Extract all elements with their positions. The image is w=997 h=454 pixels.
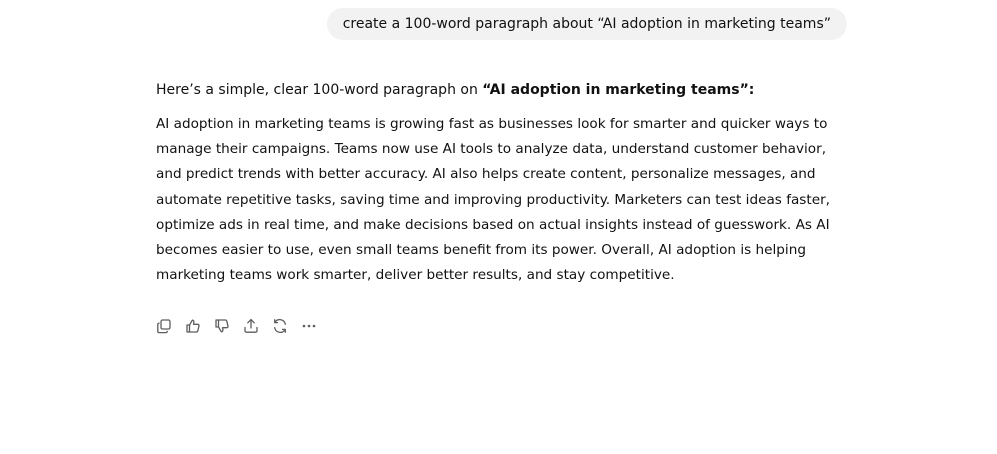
good-response-button[interactable] xyxy=(185,316,214,336)
assistant-paragraph: AI adoption in marketing teams is growin… xyxy=(156,116,830,284)
regenerate-icon xyxy=(274,318,286,334)
message-actions xyxy=(156,316,330,336)
assistant-intro-prefix: Here’s a simple, clear 100-word paragrap… xyxy=(156,82,483,98)
more-icon xyxy=(302,324,316,328)
assistant-intro: Here’s a simple, clear 100-word paragrap… xyxy=(156,80,846,100)
share-icon xyxy=(244,318,258,333)
assistant-intro-topic: “AI adoption in marketing teams”: xyxy=(482,82,755,98)
user-message-bubble: create a 100-word paragraph about “AI ad… xyxy=(326,8,847,40)
copy-icon xyxy=(157,319,171,334)
regenerate-button[interactable] xyxy=(272,316,301,336)
bad-response-button[interactable] xyxy=(214,316,243,336)
more-options-button[interactable] xyxy=(301,316,330,336)
thumbs-down-icon xyxy=(215,319,229,333)
copy-button[interactable] xyxy=(156,316,185,336)
thumbs-up-icon xyxy=(186,319,200,333)
assistant-message: Here’s a simple, clear 100-word paragrap… xyxy=(156,80,846,288)
share-button[interactable] xyxy=(243,316,272,336)
user-message-text: create a 100-word paragraph about “AI ad… xyxy=(342,16,831,32)
